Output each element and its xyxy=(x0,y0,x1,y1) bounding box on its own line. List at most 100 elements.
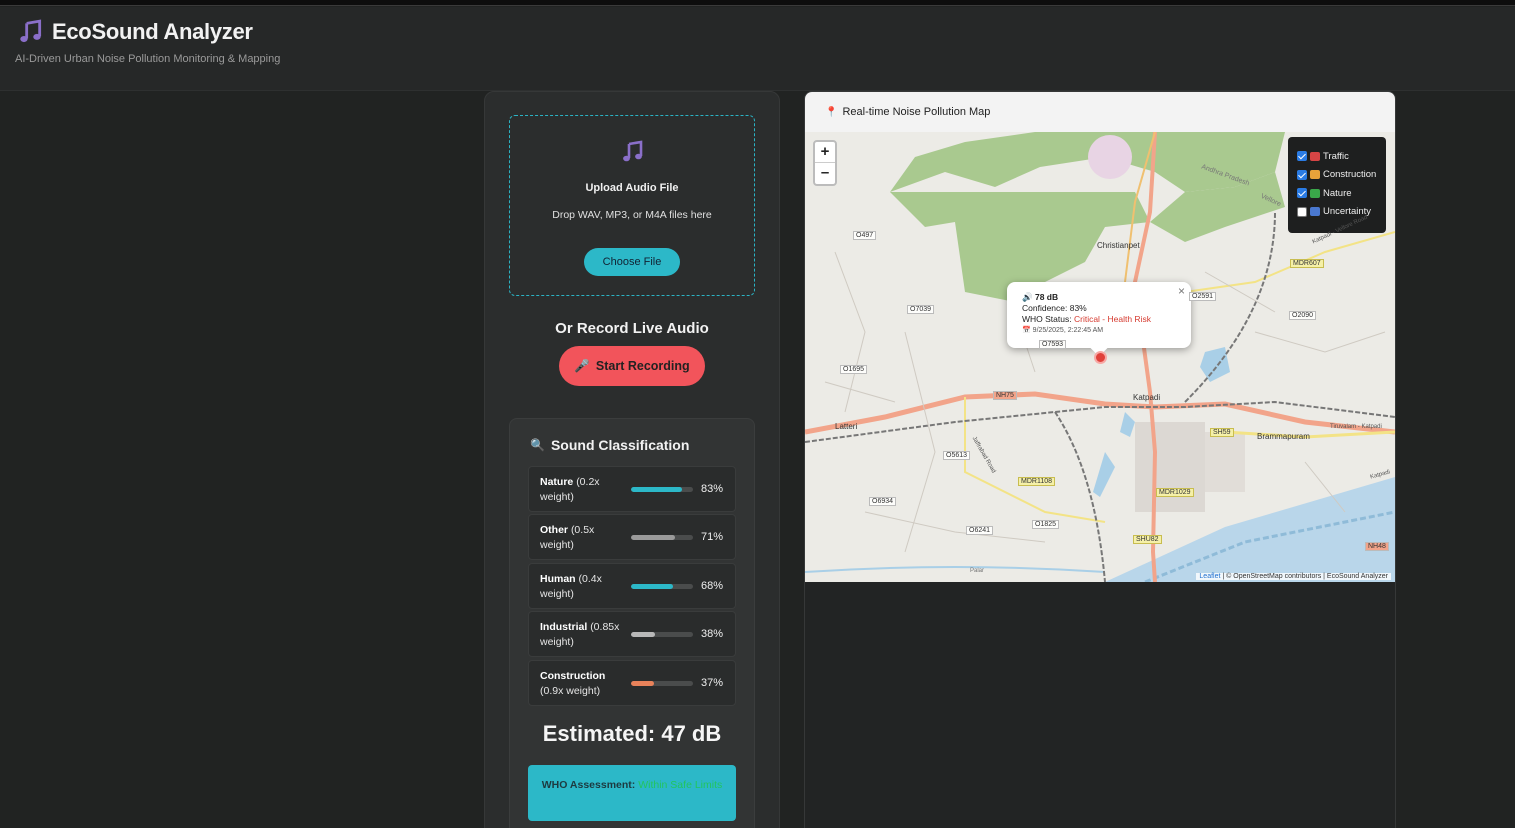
control-panel: Upload Audio File Drop WAV, MP3, or M4A … xyxy=(484,91,780,828)
music-note-icon xyxy=(20,19,42,43)
road-shield: MDR1108 xyxy=(1018,477,1055,486)
layer-label: Traffic xyxy=(1323,150,1349,162)
confidence-bar xyxy=(631,584,693,589)
place-label: Katpadi xyxy=(1133,393,1161,402)
classification-row: Other (0.5x weight) 71% xyxy=(528,514,736,560)
microphone-icon: 🎤 xyxy=(574,358,590,373)
layer-checkbox[interactable] xyxy=(1297,151,1307,162)
confidence-bar-fill xyxy=(631,584,674,589)
road-shield: MDR607 xyxy=(1290,259,1324,268)
layer-nature[interactable]: Nature xyxy=(1297,184,1386,203)
class-percent: 68% xyxy=(700,580,723,592)
classification-row: Construction (0.9x weight) 37% xyxy=(528,660,736,706)
start-recording-button[interactable]: 🎤 Start Recording xyxy=(559,346,705,386)
road-shield: O2090 xyxy=(1289,311,1317,320)
road-shield: O1695 xyxy=(840,365,868,374)
start-recording-label: Start Recording xyxy=(595,359,690,373)
layer-uncertainty[interactable]: Uncertainty xyxy=(1297,203,1386,222)
road-shield: O6934 xyxy=(869,497,897,506)
choose-file-button[interactable]: Choose File xyxy=(584,248,680,276)
popup-timestamp: 📅 9/25/2025, 2:22:45 AM xyxy=(1022,327,1104,334)
class-label: Construction (0.9x weight) xyxy=(540,670,606,697)
map-header: 📍 Real-time Noise Pollution Map xyxy=(805,92,1395,132)
leaflet-link[interactable]: Leaflet xyxy=(1199,573,1220,580)
road-shield: SH59 xyxy=(1210,428,1234,437)
pin-icon: 📍 xyxy=(825,106,838,118)
place-label: Brammapuram xyxy=(1257,432,1310,441)
layer-control: Traffic Construction Nature Uncertainty xyxy=(1288,137,1386,233)
layer-traffic[interactable]: Traffic xyxy=(1297,147,1386,166)
class-label: Nature (0.2x weight) xyxy=(540,476,600,503)
popup-who: WHO Status: Critical - Health Risk xyxy=(1022,314,1151,324)
confidence-bar xyxy=(631,487,693,492)
classification-header: 🔍 Sound Classification xyxy=(530,437,689,453)
magnifier-icon: 🔍 xyxy=(530,438,545,452)
app-header: EcoSound Analyzer AI-Driven Urban Noise … xyxy=(0,7,1515,91)
brand: EcoSound Analyzer xyxy=(18,19,253,45)
calendar-icon: 📅 xyxy=(1022,327,1031,334)
app-subtitle: AI-Driven Urban Noise Pollution Monitori… xyxy=(15,53,281,65)
class-percent: 38% xyxy=(700,628,723,640)
layer-checkbox[interactable] xyxy=(1297,206,1307,217)
class-percent: 37% xyxy=(700,677,723,689)
layer-label: Nature xyxy=(1323,187,1352,199)
place-label: Christianpet xyxy=(1097,241,1140,250)
classification-title: Sound Classification xyxy=(550,437,690,453)
attribution-text: | © OpenStreetMap contributors | EcoSoun… xyxy=(1222,573,1388,580)
road-shield: SHU82 xyxy=(1133,535,1162,544)
road-shield: O1825 xyxy=(1032,520,1060,529)
confidence-bar xyxy=(631,535,693,540)
confidence-bar-fill xyxy=(631,535,676,540)
class-label: Human (0.4x weight) xyxy=(540,573,602,600)
record-title: Or Record Live Audio xyxy=(555,320,709,337)
road-shield: O7593 xyxy=(1039,340,1067,349)
layer-checkbox[interactable] xyxy=(1297,188,1307,199)
road-shield: NH48 xyxy=(1365,542,1389,551)
confidence-bar xyxy=(631,681,693,686)
map-title: Real-time Noise Pollution Map xyxy=(842,106,991,118)
map-attribution: Leaflet | © OpenStreetMap contributors |… xyxy=(1196,573,1391,580)
popup-confidence: Confidence: 83% xyxy=(1022,303,1087,313)
who-assessment: WHO Assessment: Within Safe Limits xyxy=(528,765,736,821)
place-label: Latteri xyxy=(835,422,858,431)
confidence-bar-fill xyxy=(631,681,654,686)
zoom-out-button[interactable]: – xyxy=(815,163,835,184)
noise-popup: 🔊 78 dB Confidence: 83% WHO Status: Crit… xyxy=(1007,282,1191,357)
leaf-icon xyxy=(1310,188,1320,198)
confidence-bar-fill xyxy=(631,632,655,637)
who-value: Within Safe Limits xyxy=(638,779,723,791)
music-note-icon xyxy=(623,140,643,162)
road-shield: O2591 xyxy=(1189,292,1217,301)
car-icon xyxy=(1310,151,1320,161)
zoom-in-button[interactable]: + xyxy=(815,142,835,163)
popup-close-button[interactable]: × xyxy=(1178,285,1185,297)
class-percent: 83% xyxy=(700,483,723,495)
road-shield: O6241 xyxy=(966,526,994,535)
upload-subtitle: Drop WAV, MP3, or M4A files here xyxy=(552,209,712,221)
window-top-bar xyxy=(0,0,1515,6)
speaker-icon: 🔊 xyxy=(1022,292,1033,302)
place-label: Tiruvalam - Katpadi xyxy=(1330,424,1382,430)
sound-classification-card: 🔍 Sound Classification Nature (0.2x weig… xyxy=(509,418,755,828)
confidence-bar-fill xyxy=(631,487,683,492)
layer-label: Construction xyxy=(1323,169,1377,181)
layer-construction[interactable]: Construction xyxy=(1297,166,1386,185)
classification-row: Industrial (0.85x weight) 38% xyxy=(528,611,736,657)
noise-map[interactable]: + – Traffic Construction Nature Uncertai… xyxy=(805,132,1395,582)
app-title: EcoSound Analyzer xyxy=(52,19,253,44)
place-label: Palar xyxy=(970,568,985,574)
road-shield: O7039 xyxy=(907,305,935,314)
estimated-db: Estimated: 47 dB xyxy=(542,721,722,746)
classification-row: Nature (0.2x weight) 83% xyxy=(528,466,736,512)
noise-marker[interactable] xyxy=(1094,351,1107,364)
class-percent: 71% xyxy=(700,531,723,543)
road-shield: O497 xyxy=(853,231,877,240)
who-label: WHO Assessment: xyxy=(541,779,636,791)
upload-dropzone[interactable]: Upload Audio File Drop WAV, MP3, or M4A … xyxy=(509,115,755,296)
class-label: Industrial (0.85x weight) xyxy=(540,621,620,648)
construction-icon xyxy=(1310,170,1320,180)
confidence-bar xyxy=(631,632,693,637)
class-label: Other (0.5x weight) xyxy=(540,524,595,551)
layer-checkbox[interactable] xyxy=(1297,169,1307,180)
map-panel: 📍 Real-time Noise Pollution Map + – Traf… xyxy=(804,91,1396,828)
